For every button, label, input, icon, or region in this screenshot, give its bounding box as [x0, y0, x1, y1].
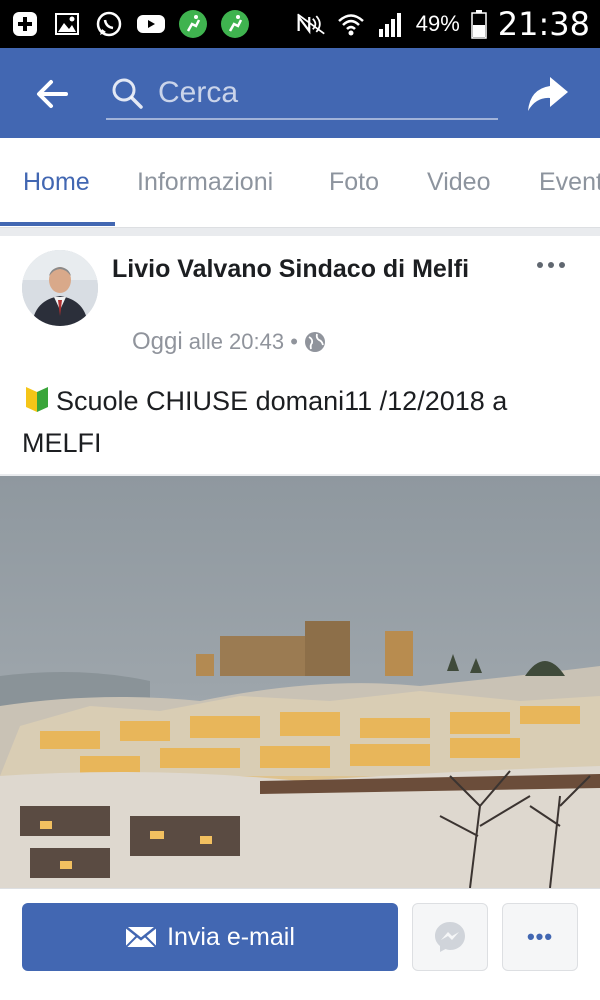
tab-informazioni[interactable]: Informazioni [137, 168, 273, 197]
page-tabs: Home Informazioni Foto Video Eventi [0, 138, 600, 228]
active-tab-indicator [0, 222, 115, 226]
tab-video[interactable]: Video [427, 168, 491, 197]
post-card: Livio Valvano Sindaco di Melfi Oggi alle… [0, 236, 600, 474]
app-header [0, 48, 600, 138]
send-email-button[interactable]: Invia e-mail [22, 903, 398, 971]
whatsapp-icon [94, 9, 124, 39]
share-icon [528, 77, 568, 111]
post-timestamp: Oggi alle 20:43 • [132, 328, 326, 356]
avatar[interactable] [22, 250, 98, 326]
more-options-icon [537, 262, 565, 268]
tab-eventi[interactable]: Eventi [539, 168, 600, 197]
app-runner-icon [220, 9, 250, 39]
page-actions: Invia e-mail ••• [0, 888, 600, 1000]
post-photo[interactable] [0, 476, 600, 888]
tab-home[interactable]: Home [23, 168, 90, 197]
post-options-button[interactable] [528, 250, 574, 280]
status-bar: 49% 21:38 [0, 0, 600, 48]
clock: 21:38 [497, 5, 590, 43]
nfc-mute-icon [296, 9, 326, 39]
post-time-rest: alle 20:43 • [188, 329, 298, 354]
beginner-flag-icon [22, 384, 52, 424]
youtube-icon [136, 9, 166, 39]
tab-foto[interactable]: Foto [329, 168, 379, 197]
profile-photo [22, 250, 98, 326]
search-bar[interactable] [106, 68, 498, 120]
globe-icon [304, 332, 325, 352]
status-bar-notifications [10, 9, 250, 39]
more-actions-button[interactable]: ••• [502, 903, 578, 971]
post-message: Scuole CHIUSE domani11 /12/2018 a MELFI [22, 382, 582, 462]
battery-icon [470, 9, 488, 39]
more-actions-icon: ••• [526, 924, 554, 949]
send-email-label: Invia e-mail [167, 922, 295, 951]
envelope-icon [125, 926, 157, 948]
snowy-town-image [0, 476, 600, 888]
gallery-icon [52, 9, 82, 39]
post-text: Scuole CHIUSE domani11 /12/2018 a MELFI [22, 386, 508, 458]
search-icon [110, 74, 148, 112]
wifi-icon [336, 9, 366, 39]
back-arrow-icon [37, 80, 68, 108]
add-notification-icon [10, 9, 40, 39]
battery-percentage: 49% [415, 11, 460, 36]
back-button[interactable] [28, 70, 76, 118]
app-runner-icon [178, 9, 208, 39]
share-button[interactable] [522, 70, 574, 118]
post-author[interactable]: Livio Valvano Sindaco di Melfi [112, 252, 492, 286]
messenger-icon [435, 922, 465, 952]
signal-icon [376, 9, 406, 39]
search-input[interactable] [158, 76, 478, 110]
post-time-day: Oggi [132, 328, 183, 355]
messenger-button[interactable] [412, 903, 488, 971]
status-bar-system: 49% 21:38 [296, 5, 590, 43]
